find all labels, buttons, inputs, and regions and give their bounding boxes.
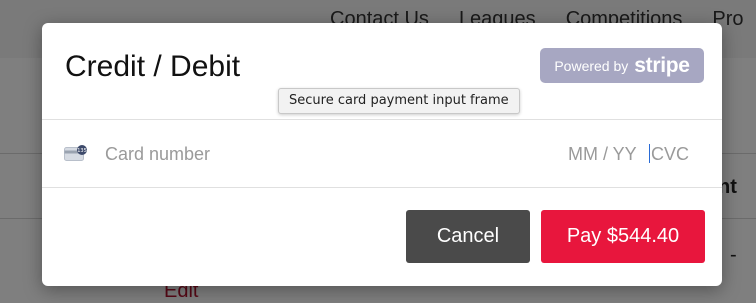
svg-text:135: 135 (77, 148, 87, 154)
stripe-logo: stripe (634, 53, 690, 77)
text-caret (649, 144, 650, 163)
cancel-button[interactable]: Cancel (406, 210, 530, 263)
credit-card-icon: 135 (64, 145, 87, 161)
modal-title: Credit / Debit (65, 50, 241, 83)
tooltip: Secure card payment input frame (278, 88, 520, 114)
card-field-bottom-border (42, 187, 722, 188)
powered-by-stripe-badge[interactable]: Powered by stripe (540, 48, 704, 83)
expiry-input[interactable]: MM / YY (568, 144, 637, 165)
payment-modal: Credit / Debit Powered by stripe Secure … (42, 23, 722, 286)
stripe-powered-label: Powered by (554, 57, 629, 74)
cvc-input[interactable]: CVC (649, 144, 689, 165)
pay-button[interactable]: Pay $544.40 (541, 210, 705, 263)
card-number-input[interactable]: Card number (105, 144, 210, 165)
cvc-placeholder: CVC (651, 144, 690, 164)
card-field-top-border (42, 119, 722, 120)
